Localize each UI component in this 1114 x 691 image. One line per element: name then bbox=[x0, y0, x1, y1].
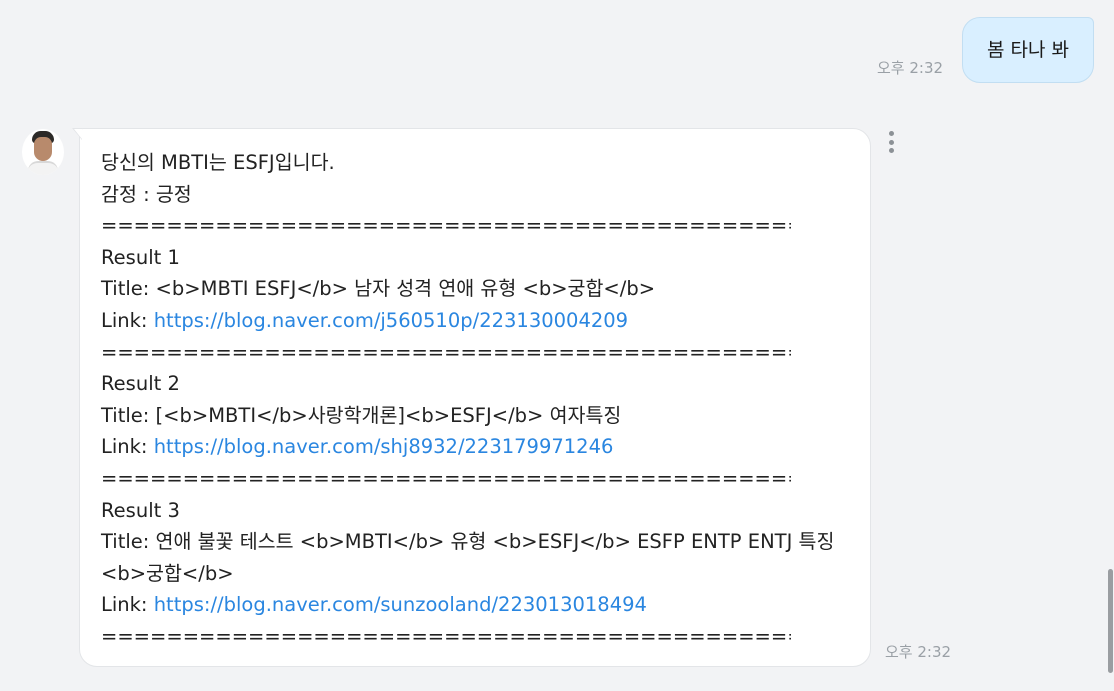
incoming-message-bubble[interactable]: 당신의 MBTI는 ESFJ입니다. 감정 : 긍정 =============… bbox=[72, 128, 871, 667]
result-2-link-row: Link: https://blog.naver.com/shj8932/223… bbox=[101, 431, 870, 463]
result-1-link-row: Link: https://blog.naver.com/j560510p/22… bbox=[101, 305, 870, 337]
result-1-link[interactable]: https://blog.naver.com/j560510p/22313000… bbox=[154, 309, 628, 332]
separator-line: ========================================… bbox=[101, 214, 791, 238]
message-line-emotion: 감정 : 긍정 bbox=[101, 182, 192, 206]
result-3-link-row: Link: https://blog.naver.com/sunzooland/… bbox=[101, 589, 870, 621]
outgoing-timestamp: 오후 2:32 bbox=[877, 59, 944, 77]
more-vertical-icon[interactable] bbox=[884, 131, 898, 159]
result-1-link-label: Link: bbox=[101, 308, 154, 332]
message-line-mbti: 당신의 MBTI는 ESFJ입니다. bbox=[101, 151, 335, 174]
result-2-link-label: Link: bbox=[101, 435, 154, 459]
avatar-shirt bbox=[28, 161, 58, 175]
result-1-title: Title: <b>MBTI ESFJ</b> 남자 성격 연애 유형 <b>궁… bbox=[101, 277, 656, 301]
avatar[interactable] bbox=[22, 129, 64, 175]
result-3-link-label: Link: bbox=[101, 593, 154, 617]
result-2-title: Title: [<b>MBTI</b>사랑학개론]<b>ESFJ</b> 여자특… bbox=[101, 403, 622, 427]
result-3-link[interactable]: https://blog.naver.com/sunzooland/223013… bbox=[154, 593, 647, 616]
result-2-heading: Result 2 bbox=[101, 372, 180, 396]
separator-line: ========================================… bbox=[101, 466, 791, 490]
scrollbar-thumb[interactable] bbox=[1108, 569, 1113, 673]
incoming-timestamp: 오후 2:32 bbox=[885, 643, 952, 661]
avatar-face bbox=[34, 137, 52, 161]
result-1-heading: Result 1 bbox=[101, 245, 180, 269]
result-3-heading: Result 3 bbox=[101, 498, 180, 522]
result-3-title: Title: 연애 불꽃 테스트 <b>MBTI</b> 유형 <b>ESFJ<… bbox=[101, 530, 835, 554]
separator-line: ========================================… bbox=[101, 624, 791, 648]
result-2-link[interactable]: https://blog.naver.com/shj8932/223179971… bbox=[154, 435, 614, 458]
separator-line: ========================================… bbox=[101, 340, 791, 364]
result-3-title-continued: <b>궁합</b> bbox=[101, 561, 234, 585]
outgoing-message-bubble[interactable]: 봄 타나 봐 bbox=[962, 17, 1094, 83]
chat-area: 오후 2:32 봄 타나 봐 당신의 MBTI는 ESFJ입니다. 감정 : 긍… bbox=[0, 0, 1114, 691]
